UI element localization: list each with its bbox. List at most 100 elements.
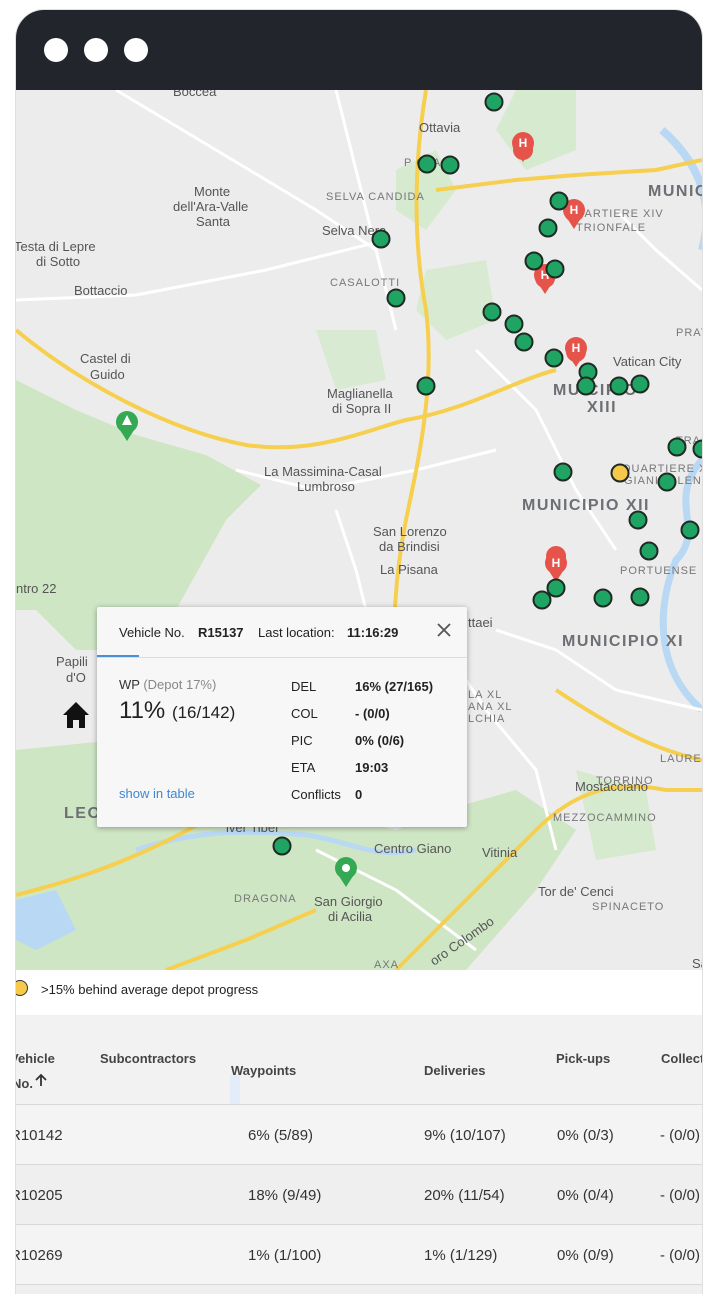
vehicle-no-value: R15137 [198,625,244,640]
cell-pickups: 0% (0/4) [557,1187,614,1204]
svg-text:Boccea: Boccea [173,90,217,99]
metric-value-pic: 0% (0/6) [355,733,405,748]
svg-text:AXA: AXA [374,959,399,970]
legend-text: >15% behind average depot progress [41,982,259,997]
svg-text:TRIONFALE: TRIONFALE [576,222,646,234]
last-location-time: 11:16:29 [347,625,399,640]
svg-text:La Pisana: La Pisana [380,562,439,577]
svg-text:PRAT: PRAT [676,327,702,339]
svg-text:San Giorgio: San Giorgio [314,894,383,909]
table-row[interactable]: R10269 1% (1/100) 1% (1/129) 0% (0/9) - … [16,1224,702,1285]
svg-text:LCHIA: LCHIA [468,713,505,725]
svg-text:PORTUENSE: PORTUENSE [620,565,697,577]
vehicle-table: Vehicle No. Subcontractors Waypoints Del… [16,1015,702,1294]
svg-text:MUNICI: MUNICI [648,183,702,200]
col-header-collections[interactable]: Collect [661,1051,702,1066]
cell-deliveries: 1% (1/129) [424,1247,498,1264]
svg-text:Tor de' Cenci: Tor de' Cenci [538,884,614,899]
metric-key-col: COL [291,706,318,721]
svg-text:DRAGONA: DRAGONA [234,893,297,905]
svg-text:Testa di Lepre: Testa di Lepre [16,239,96,254]
svg-text:Lumbroso: Lumbroso [297,479,355,494]
svg-text:H: H [519,136,528,150]
cell-collections: - (0/0) [660,1187,701,1204]
col-header-vehicle[interactable]: Vehicle [16,1051,55,1066]
table-row[interactable]: R10205 18% (9/49) 20% (11/54) 0% (0/4) -… [16,1164,702,1225]
bottom-panel: >15% behind average depot progress Vehic… [16,970,702,1294]
popup-header: Vehicle No. R15137 Last location: 11:16:… [97,607,467,658]
cell-collections: - (0/0) [660,1127,701,1144]
wp-progress: 11% (16/142) [119,697,235,725]
svg-text:Vatican City: Vatican City [613,354,682,369]
svg-text:La Massimina-Casal: La Massimina-Casal [264,464,382,479]
svg-text:Ottavia: Ottavia [419,120,461,135]
svg-text:ttaei: ttaei [468,615,493,630]
metric-key-eta: ETA [291,760,316,775]
sort-arrow-up-icon[interactable] [34,1073,48,1090]
svg-text:CASALOTTI: CASALOTTI [330,277,400,289]
svg-text:Maglianella: Maglianella [327,386,394,401]
cell-deliveries: 9% (10/107) [424,1127,506,1144]
table-row[interactable]: R10142 6% (5/89) 9% (10/107) 0% (0/3) - … [16,1104,702,1165]
svg-text:di Acilia: di Acilia [328,909,373,924]
svg-text:H: H [552,556,561,570]
window-dot[interactable] [84,38,108,62]
cell-pickups: 0% (0/3) [557,1127,614,1144]
col-header-pickups[interactable]: Pick-ups [556,1051,610,1066]
map-canvas: Boccea Ottavia P OLA Monte dell'Ara-Vall… [16,90,702,970]
metric-value-del: 16% (27/165) [355,679,434,694]
metric-key-pic: PIC [291,733,313,748]
cell-waypoints: 6% (5/89) [248,1127,314,1144]
svg-text:MUNICIPIO XII: MUNICIPIO XII [522,497,650,514]
svg-text:QUARTIERE XI: QUARTIERE XI [622,463,702,475]
close-icon[interactable] [433,619,455,641]
svg-text:d'O: d'O [66,670,86,685]
svg-text:Papili: Papili [56,654,88,669]
cell-waypoints: 1% (1/100) [248,1247,322,1264]
window-dot[interactable] [124,38,148,62]
metric-value-conflicts: 0 [355,787,363,802]
delivery-map[interactable]: Boccea Ottavia P OLA Monte dell'Ara-Vall… [16,90,702,970]
col-header-waypoints[interactable]: Waypoints [231,1063,296,1078]
wp-percent: 11% [119,697,166,724]
svg-text:di Sotto: di Sotto [36,254,80,269]
metric-key-del: DEL [291,679,317,694]
cell-vehicle: R10269 [16,1247,63,1264]
svg-text:Vitinia: Vitinia [482,845,518,860]
svg-text:H: H [570,203,579,217]
svg-text:da Brindisi: da Brindisi [379,539,440,554]
cell-collections: - (0/0) [660,1247,701,1264]
cell-waypoints: 18% (9/49) [248,1187,322,1204]
svg-text:LAUREN: LAUREN [660,753,702,765]
svg-text:Castel di: Castel di [80,351,131,366]
svg-text:MUNICIPIO XI: MUNICIPIO XI [562,633,684,650]
wp-label: WP [119,677,140,692]
svg-text:Guido: Guido [90,367,125,382]
svg-text:SELVA CANDIDA: SELVA CANDIDA [326,191,425,203]
show-in-table-link[interactable]: show in table [119,786,195,801]
col-header-vehicle-no[interactable]: No. [16,1076,33,1091]
svg-text:LA XL: LA XL [468,689,502,701]
table-row[interactable] [16,1284,702,1294]
svg-text:ntro 22: ntro 22 [16,581,56,596]
wp-label-line: WP (Depot 17%) [119,677,216,692]
last-location-label: Last location: [258,625,335,640]
svg-text:SPINACETO: SPINACETO [592,901,664,913]
metric-value-eta: 19:03 [355,760,389,775]
col-header-deliveries[interactable]: Deliveries [424,1063,485,1078]
popup-active-tab-indicator [97,655,139,657]
vehicle-info-popup: Vehicle No. R15137 Last location: 11:16:… [97,607,467,827]
svg-text:San Lorenzo: San Lorenzo [373,524,447,539]
wp-depot-progress: (Depot 17%) [143,677,217,692]
svg-text:Monte: Monte [194,184,230,199]
svg-text:H: H [572,341,581,355]
window-dot[interactable] [44,38,68,62]
svg-text:di Sopra II: di Sopra II [332,401,391,416]
col-header-subcontractors[interactable]: Subcontractors [100,1051,196,1066]
vehicle-no-label: Vehicle No. [119,625,185,640]
cell-vehicle: R10205 [16,1187,63,1204]
browser-window: Boccea Ottavia P OLA Monte dell'Ara-Vall… [16,10,702,1294]
metric-value-col: - (0/0) [355,706,390,721]
cell-vehicle: R10142 [16,1127,63,1144]
svg-text:Santa: Santa [196,214,231,229]
